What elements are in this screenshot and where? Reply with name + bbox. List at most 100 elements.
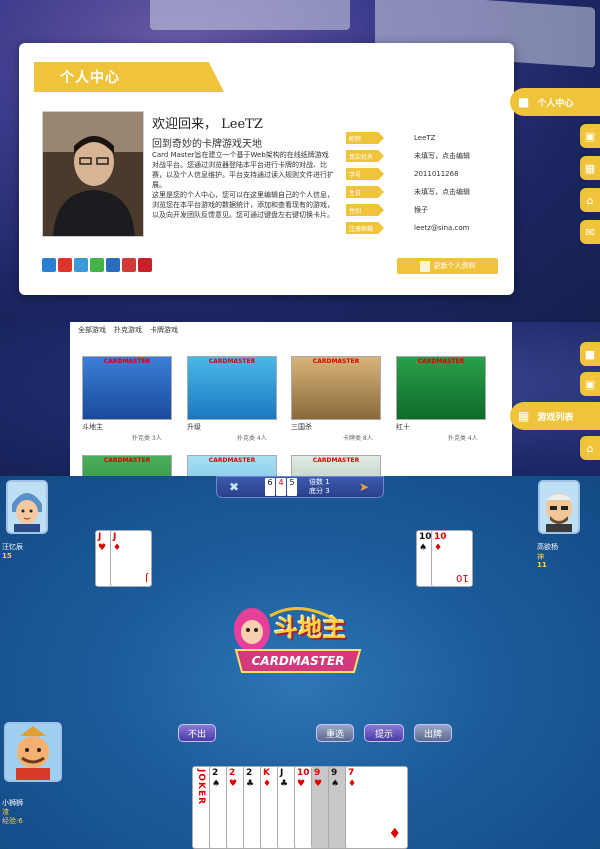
field-nickname[interactable]: 昵称 LeeTZ [346,129,496,147]
card-rank: 10 [297,768,310,778]
wechat-icon[interactable] [90,258,104,272]
right-player-name: 高欲杨 [537,543,558,551]
hint-button[interactable]: 提示 [364,724,404,742]
field-realname[interactable]: 真实姓名 未填写，点击编辑 [346,147,496,165]
share-icons [42,258,152,272]
update-profile-label: 更新个人资料 [433,262,476,270]
card-rank: K [263,768,270,778]
card-rank: 7 [348,768,355,778]
doudizhu-logo: 斗地主 CARDMASTER [222,590,372,682]
club-icon: ♣ [280,779,289,789]
bottom-card: 6 [265,478,275,496]
base-label: 底分 [309,487,323,495]
sidebar-tab-games[interactable]: ▦ 游戏列表 [510,402,600,430]
game-card[interactable]: CARDMASTER [291,455,381,476]
sidebar-tab-profile[interactable]: ■ 个人中心 [510,88,600,116]
card-rank: J [98,532,102,542]
douban-icon[interactable] [122,258,136,272]
welcome-text: 欢迎回来， LeeTZ [152,117,263,132]
kaixin-icon[interactable] [138,258,152,272]
game-name: 升级 [187,423,201,431]
diamond-icon: ♦ [113,543,122,553]
multiplier-display: 倍数 1 底分 3 [309,478,330,496]
play-button[interactable]: 出牌 [414,724,452,742]
game-meta: 扑克类 3人 [132,435,162,442]
diamond-icon: ♦ [348,779,357,789]
multiplier-value: 1 [325,478,330,486]
field-label: 学号 [346,168,384,180]
field-value: leetz@sina.com [414,224,470,232]
game-list-panel: 全部游戏 扑克游戏 卡牌游戏 CARDMASTER 斗地主 扑克类 3人 CAR… [70,322,512,476]
brand-label: CARDMASTER [103,457,151,464]
game-name: 红十 [396,423,410,431]
sidebar-list-icon[interactable]: ▣ [580,372,600,396]
sidebar-user-icon[interactable]: ■ [580,342,600,366]
weibo-icon[interactable] [58,258,72,272]
card-rank: 9 [314,768,321,778]
renren-icon[interactable] [106,258,120,272]
game-name: 斗地主 [82,423,103,431]
game-card-shengji[interactable]: CARDMASTER [187,356,277,420]
brand-label: CARDMASTER [312,457,360,464]
game-status-bar: ✖ 6 4 5 倍数 1 底分 3 ➤ [216,476,384,498]
card-rank-mirror: J [145,572,148,583]
sidebar-home-icon[interactable]: ⌂ [580,188,600,212]
game-card-sanguosha[interactable]: CARDMASTER [291,356,381,420]
card-rank: JOKER [196,769,206,806]
spade-icon: ♠ [419,543,428,553]
heart-icon: ♥ [314,779,323,789]
hand-card[interactable]: 7 ♦ ♦ [345,766,408,849]
update-profile-button[interactable]: 更新个人资料 [397,258,498,274]
user-photo [42,111,144,237]
brand-label: CARDMASTER [208,457,256,464]
base-value: 3 [325,487,330,495]
field-gender[interactable]: 性别 猴子 [346,201,496,219]
exit-icon[interactable]: ➤ [359,480,369,494]
tab-card-games[interactable]: 卡牌游戏 [150,325,178,335]
game-card-doudizhu[interactable]: CARDMASTER [82,356,172,420]
self-player-exp: 经验:6 [2,817,23,825]
bottom-cards: 6 4 5 [265,478,297,496]
profile-title: 个人中心 [34,62,224,92]
tab-poker-games[interactable]: 扑克游戏 [114,325,142,335]
logo-brand: CARDMASTER [251,654,345,668]
sidebar-home-icon[interactable]: ⌂ [580,436,600,460]
sidebar-tab-label: 游戏列表 [537,412,574,423]
game-category-tabs: 全部游戏 扑克游戏 卡牌游戏 [78,325,178,335]
left-player-avatar [6,480,48,534]
tencent-weibo-icon[interactable] [74,258,88,272]
description-paragraph: 这里是您的个人中心，您可以在这里编辑自己的个人信息，浏览您在本平台游戏的数据统计… [152,191,334,219]
settings-icon[interactable]: ✖ [229,480,239,494]
tab-all-games[interactable]: 全部游戏 [78,325,106,335]
diamond-icon: ♦ [388,826,401,842]
field-value: LeeTZ [414,134,436,142]
spade-icon: ♠ [331,779,340,789]
game-card[interactable]: CARDMASTER [82,455,172,476]
pass-button[interactable]: 不出 [178,724,216,742]
club-icon: ♣ [246,779,255,789]
sidebar-image-icon[interactable]: ▦ [580,156,600,180]
card-rank: 2 [246,768,253,778]
background-window [150,0,350,30]
multiplier-label: 倍数 [309,478,323,486]
game-card[interactable]: CARDMASTER [187,455,277,476]
sidebar-tab-label: 个人中心 [537,98,574,109]
qzone-icon[interactable] [42,258,56,272]
reselect-button[interactable]: 重选 [316,724,354,742]
field-student-id[interactable]: 学号 2011011268 [346,165,496,183]
profile-screen: 个人中心 欢迎回来， LeeTZ 回到奇妙的卡牌游戏天地 Card Master… [0,0,600,322]
field-email[interactable]: 注册邮箱 leetz@sina.com [346,219,496,237]
field-birthday[interactable]: 生日 未填写，点击编辑 [346,183,496,201]
game-card-hongshi[interactable]: CARDMASTER [396,356,486,420]
profile-panel: 个人中心 欢迎回来， LeeTZ 回到奇妙的卡牌游戏天地 Card Master… [19,43,514,295]
self-player-avatar [4,722,62,782]
card-rank: 9 [331,768,338,778]
sidebar-games-icon[interactable]: ▣ [580,124,600,148]
sidebar-mail-icon[interactable]: ✉ [580,220,600,244]
card-rank: 2 [212,768,219,778]
user-icon: ■ [518,95,530,109]
game-name: 三国杀 [291,423,312,431]
card-rank: J [280,768,284,778]
game-table-screen: ✖ 6 4 5 倍数 1 底分 3 ➤ 汪忆辰 15 高欲杨 神 11 J ♥ J… [0,476,600,849]
field-label: 生日 [346,186,384,198]
